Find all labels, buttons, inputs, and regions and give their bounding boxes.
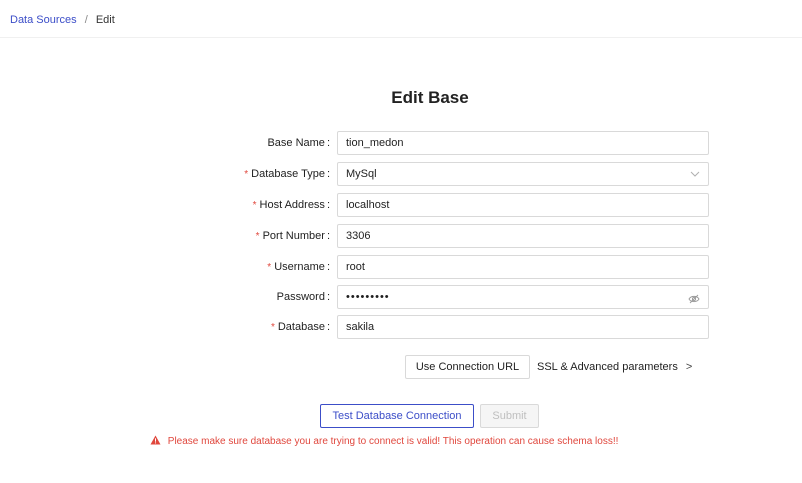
warning-text: Please make sure database you are trying…	[167, 436, 619, 447]
eye-off-icon[interactable]	[688, 291, 700, 304]
header-divider	[0, 37, 802, 38]
password-input[interactable]: •••••••••	[337, 285, 709, 309]
ssl-advanced-parameters-toggle[interactable]: SSL & Advanced parameters >	[537, 355, 692, 379]
page-title: Edit Base	[391, 88, 469, 107]
required-marker: *	[267, 262, 272, 273]
password-value: •••••••••	[346, 291, 390, 303]
chevron-down-icon	[690, 163, 700, 194]
host-address-input[interactable]: localhost	[337, 193, 709, 217]
breadcrumb-current: Edit	[95, 14, 115, 26]
schema-loss-warning: Please make sure database you are trying…	[150, 435, 618, 447]
base-name-input[interactable]: tion_medon	[337, 131, 709, 155]
chevron-right-icon: >	[685, 361, 693, 373]
database-type-value: MySql	[346, 168, 377, 180]
required-marker: *	[244, 169, 249, 180]
host-address-label: * Host Address:	[252, 199, 330, 211]
required-marker: *	[255, 231, 260, 242]
breadcrumb-separator: /	[84, 14, 88, 26]
database-label: * Database:	[270, 321, 330, 333]
warning-triangle-icon	[150, 435, 164, 447]
use-connection-url-button[interactable]: Use Connection URL	[405, 355, 530, 379]
username-label: * Username:	[267, 261, 330, 273]
username-input[interactable]: root	[337, 255, 709, 279]
database-input[interactable]: sakila	[337, 315, 709, 339]
base-name-label: Base Name:	[267, 137, 330, 149]
database-type-select[interactable]: MySql	[337, 162, 709, 186]
breadcrumb-data-sources-link[interactable]: Data Sources	[10, 14, 77, 26]
database-type-label: * Database Type:	[244, 168, 330, 180]
password-label: Password:	[276, 291, 330, 303]
test-database-connection-button[interactable]: Test Database Connection	[320, 404, 474, 428]
required-marker: *	[252, 200, 257, 211]
submit-button[interactable]: Submit	[480, 404, 539, 428]
ssl-advanced-label: SSL & Advanced parameters	[537, 361, 678, 373]
port-number-label: * Port Number:	[255, 230, 330, 242]
breadcrumb: Data Sources / Edit	[10, 14, 115, 26]
port-number-input[interactable]: 3306	[337, 224, 709, 248]
required-marker: *	[270, 322, 275, 333]
